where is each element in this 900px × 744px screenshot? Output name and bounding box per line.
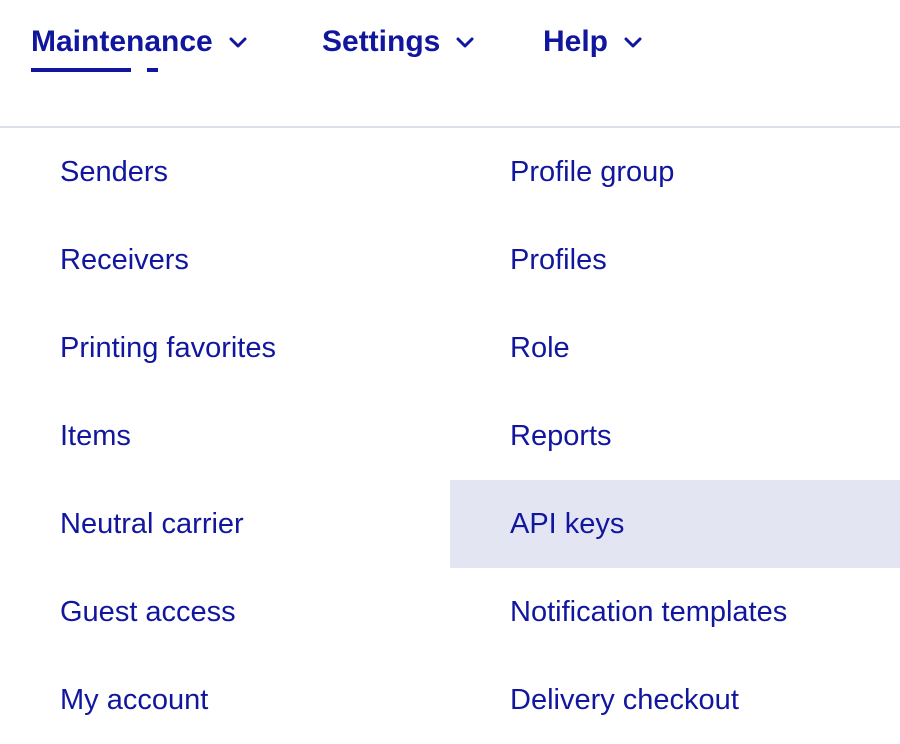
nav-item-settings-label: Settings — [322, 25, 441, 58]
menu-item-my-account[interactable]: My account — [0, 656, 450, 744]
menu-item-items[interactable]: Items — [0, 392, 450, 480]
menu-column-left: Senders Receivers Printing favorites Ite… — [0, 128, 450, 744]
nav-item-help-label: Help — [543, 25, 609, 58]
active-tab-underline — [31, 68, 131, 72]
active-tab-underline-dash — [147, 68, 158, 72]
nav-item-maintenance[interactable]: Maintenance — [31, 22, 249, 62]
menu-item-label: My account — [60, 684, 209, 716]
menu-item-label: Receivers — [60, 244, 189, 276]
nav-item-maintenance-label: Maintenance — [31, 25, 213, 58]
nav-item-settings[interactable]: Settings — [322, 22, 476, 62]
menu-item-label: Notification templates — [510, 596, 788, 628]
menu-item-reports[interactable]: Reports — [450, 392, 900, 480]
menu-item-label: Role — [510, 332, 570, 364]
menu-item-guest-access[interactable]: Guest access — [0, 568, 450, 656]
menu-item-delivery-checkout[interactable]: Delivery checkout — [450, 656, 900, 744]
menu-item-label: Printing favorites — [60, 332, 276, 364]
menu-item-label: Neutral carrier — [60, 508, 244, 540]
chevron-down-icon[interactable] — [227, 31, 249, 53]
menu-item-profiles[interactable]: Profiles — [450, 216, 900, 304]
menu-item-profile-group[interactable]: Profile group — [450, 128, 900, 216]
menu-item-receivers[interactable]: Receivers — [0, 216, 450, 304]
menu-item-neutral-carrier[interactable]: Neutral carrier — [0, 480, 450, 568]
menu-item-role[interactable]: Role — [450, 304, 900, 392]
menu-item-label: Reports — [510, 420, 612, 452]
chevron-down-icon[interactable] — [454, 31, 476, 53]
menu-item-senders[interactable]: Senders — [0, 128, 450, 216]
maintenance-dropdown-panel: Senders Receivers Printing favorites Ite… — [0, 128, 900, 744]
menu-item-label: Profiles — [510, 244, 607, 276]
menu-item-label: Delivery checkout — [510, 684, 739, 716]
chevron-down-icon[interactable] — [622, 31, 644, 53]
menu-item-api-keys[interactable]: API keys — [450, 480, 900, 568]
menu-item-label: Guest access — [60, 596, 236, 628]
menu-column-right: Profile group Profiles Role Reports API … — [450, 128, 900, 744]
menu-item-label: API keys — [510, 508, 625, 540]
top-navigation-bar: Maintenance Settings Help — [0, 0, 900, 126]
menu-item-label: Items — [60, 420, 131, 452]
menu-item-printing-favorites[interactable]: Printing favorites — [0, 304, 450, 392]
nav-item-help[interactable]: Help — [543, 22, 644, 62]
menu-item-label: Profile group — [510, 156, 675, 188]
menu-item-label: Senders — [60, 156, 169, 188]
menu-item-notification-templates[interactable]: Notification templates — [450, 568, 900, 656]
